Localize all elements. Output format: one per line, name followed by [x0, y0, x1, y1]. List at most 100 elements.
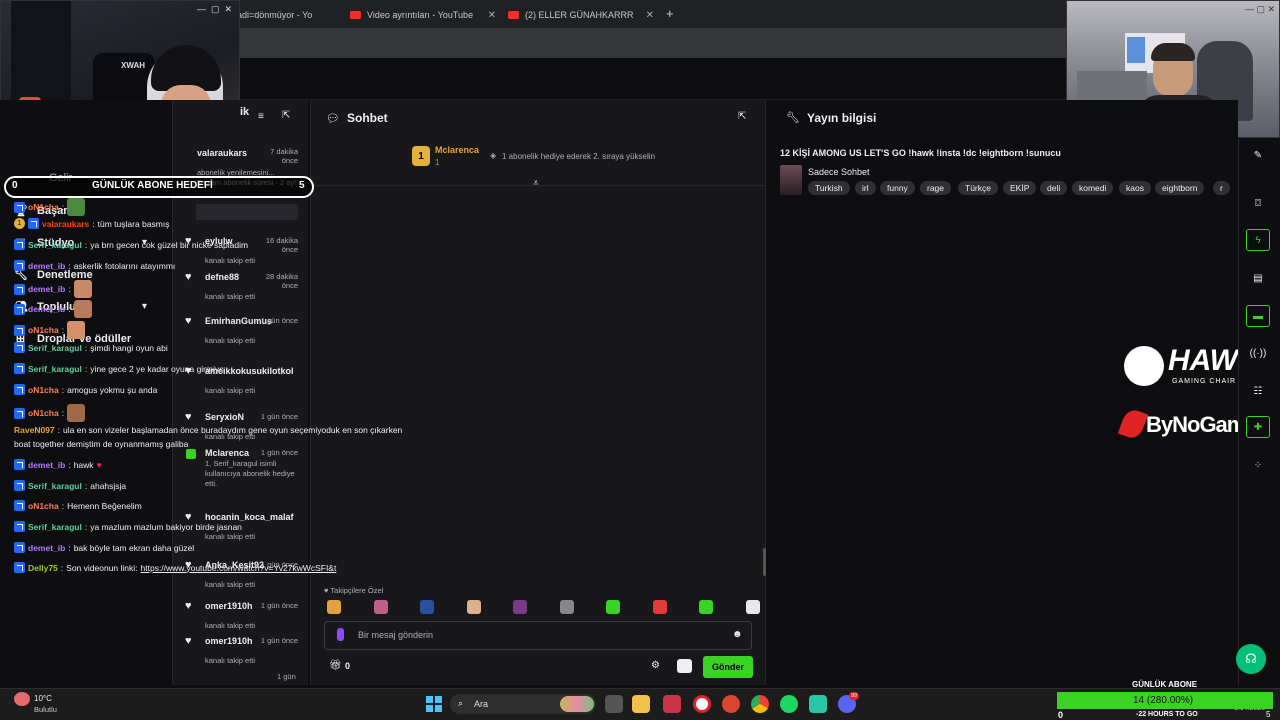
send-button[interactable]: Gönder — [703, 656, 753, 678]
chat-username[interactable]: oN1cha — [28, 501, 59, 511]
help-headset-icon[interactable]: ☊ — [1236, 644, 1266, 674]
feed-item[interactable]: ♥ EmirhanGumus 1 gün önce kanalı takip etti — [182, 315, 298, 350]
follower-emote[interactable] — [466, 600, 481, 614]
colon: : — [84, 239, 88, 250]
follower-emote[interactable] — [606, 600, 620, 614]
app-icon[interactable] — [722, 695, 740, 713]
stream-tag[interactable]: irl — [855, 181, 876, 195]
close-icon[interactable]: ✕ — [488, 10, 496, 21]
new-tab-button[interactable]: + — [666, 6, 674, 21]
follower-emote[interactable] — [699, 600, 713, 614]
chat-username[interactable]: Serif_karagul — [28, 522, 82, 532]
app-icon[interactable] — [663, 695, 681, 713]
chat-username[interactable]: Serif_karagul — [28, 364, 82, 374]
feed-detail: kanalı takip etti — [205, 256, 256, 265]
chat-username[interactable]: Serif_karagul — [28, 240, 82, 250]
followers-label-row: ♥ Takipçilere Özel — [324, 586, 383, 595]
file-explorer-icon[interactable] — [632, 695, 650, 713]
chat-link[interactable]: https://www.youtube.com/watch?v=Yv27kwWc… — [141, 563, 337, 573]
category-name[interactable]: Sadece Sohbet — [808, 167, 870, 177]
emoji-icon[interactable]: ☻ — [732, 629, 743, 640]
layout-icon[interactable]: ☷ — [1246, 380, 1270, 402]
close-icon[interactable]: ✕ — [646, 10, 654, 21]
chat-username[interactable]: Serif_karagul — [28, 343, 82, 353]
heart-icon: ♥ — [185, 635, 192, 647]
clip-icon[interactable]: ⌼ — [1246, 192, 1270, 214]
pin-icon[interactable]: ✚ — [1246, 416, 1270, 438]
share-icon[interactable]: ⁘ — [1246, 454, 1270, 476]
lightning-icon[interactable]: ϟ — [1246, 229, 1270, 251]
mic-icon[interactable] — [337, 628, 344, 641]
windows-start-icon[interactable] — [426, 696, 442, 712]
feed-user[interactable]: omer1910h — [205, 636, 253, 646]
feed-user[interactable]: omer1910h — [205, 601, 253, 611]
clipboard-icon[interactable]: ▤ — [1246, 267, 1270, 289]
stream-tag[interactable]: komedi — [1072, 181, 1114, 195]
feed-user[interactable]: defne88 — [205, 272, 239, 282]
chat-username[interactable]: demet_ib — [28, 543, 65, 553]
follower-emote[interactable] — [559, 600, 574, 614]
chat-username[interactable]: RaveN097 — [14, 425, 55, 435]
expand-icon[interactable]: ⩡ — [533, 178, 539, 189]
stream-tag[interactable]: r — [1213, 181, 1230, 195]
pinned-user[interactable]: Mclarenca — [435, 145, 479, 155]
feed-item[interactable]: Mclarenca 1 gün önce 1, Serif_karagul isim… — [182, 448, 298, 488]
chevron-down-icon[interactable]: ▾ — [142, 301, 147, 312]
stream-tag[interactable]: kaos — [1119, 181, 1151, 195]
app-icon[interactable] — [809, 695, 827, 713]
follower-emote[interactable] — [327, 600, 341, 614]
subgoal-hours: -22 HOURS TO GO — [1136, 711, 1198, 718]
browser-tab[interactable]: hadi=dönmüyor - Yo ✕ — [232, 4, 324, 26]
pinned-text: 1 abonelik hediye ederek 2. sıraya yükse… — [502, 152, 655, 161]
chat-username[interactable]: Delly75 — [28, 563, 58, 573]
chat-username[interactable]: valaraukars — [42, 219, 89, 229]
chrome-icon[interactable] — [751, 695, 769, 713]
browser-tab[interactable]: (2) ELLER GÜNAHKARRRRR |h ✕ — [508, 4, 654, 26]
chat-text: şimdi hangi oyun abi — [90, 342, 168, 353]
chat-username[interactable]: oN1cha — [28, 408, 59, 418]
stream-tag[interactable]: deli — [1040, 181, 1068, 195]
follower-emote[interactable] — [513, 600, 527, 614]
stream-tag[interactable]: Türkçe — [958, 181, 998, 195]
feed-item[interactable]: ♥ omer1910h 1 gün önce kanalı takip etti — [182, 600, 298, 635]
pencil-icon[interactable]: ✎ — [1246, 144, 1270, 166]
chat-username[interactable]: demet_ib — [28, 261, 65, 271]
stream-tag[interactable]: EKİP — [1003, 181, 1037, 195]
chat-username[interactable]: demet_ib — [28, 304, 65, 314]
browser-tab[interactable]: Video ayrıntıları - YouTube Stu ✕ — [350, 4, 496, 26]
stream-tag[interactable]: eightborn — [1155, 181, 1205, 195]
chat-username[interactable]: oN1cha — [28, 385, 59, 395]
feed-item[interactable]: ♥ defne88 28 dakika önce kanalı takip etti — [182, 271, 298, 306]
task-view-icon[interactable] — [605, 695, 623, 713]
follower-emote[interactable] — [373, 600, 388, 614]
chat-text: ya mazlum mazlum bakiyor birde jasnan — [90, 521, 242, 532]
stream-tag[interactable]: Turkish — [808, 181, 850, 195]
points-icon[interactable]: 🎁︎ — [329, 660, 342, 671]
chat-username[interactable]: Serif_karagul — [28, 481, 82, 491]
stream-tag[interactable]: rage — [920, 181, 952, 195]
filter-icon[interactable]: ≡ — [258, 111, 264, 122]
feed-user[interactable]: SeryxioN — [205, 412, 244, 422]
feed-user[interactable]: Mclarenca — [205, 448, 249, 458]
stream-tag[interactable]: funny — [880, 181, 915, 195]
broadcast-icon[interactable]: ((·)) — [1246, 342, 1270, 364]
weather-icon[interactable] — [14, 692, 30, 706]
popout-icon[interactable]: ⇱ — [738, 111, 746, 122]
chat-username[interactable]: demet_ib — [28, 460, 65, 470]
chat-username[interactable]: oN1cha — [28, 202, 59, 212]
follower-emote[interactable] — [745, 600, 760, 614]
follower-emote[interactable] — [652, 600, 667, 614]
stream-title[interactable]: 12 KİŞİ AMONG US LET'S GO !hawk !insta !… — [780, 148, 1061, 158]
extension-icon[interactable] — [677, 659, 692, 673]
popout-icon[interactable]: ⇱ — [282, 110, 290, 121]
chat-bubble-icon[interactable]: ▬ — [1246, 305, 1270, 327]
spotify-icon[interactable] — [780, 695, 798, 713]
opera-icon[interactable] — [693, 695, 711, 713]
chat-username[interactable]: demet_ib — [28, 284, 65, 294]
chat-username[interactable]: oN1cha — [28, 325, 59, 335]
chat-scrollbar[interactable] — [763, 548, 766, 576]
settings-icon[interactable]: ⚙ — [651, 660, 660, 671]
feed-title: ik — [240, 106, 250, 118]
follower-emote[interactable] — [420, 600, 434, 614]
feed-item[interactable]: ♥ omer1910h 1 gün önce kanalı takip etti — [182, 635, 298, 670]
